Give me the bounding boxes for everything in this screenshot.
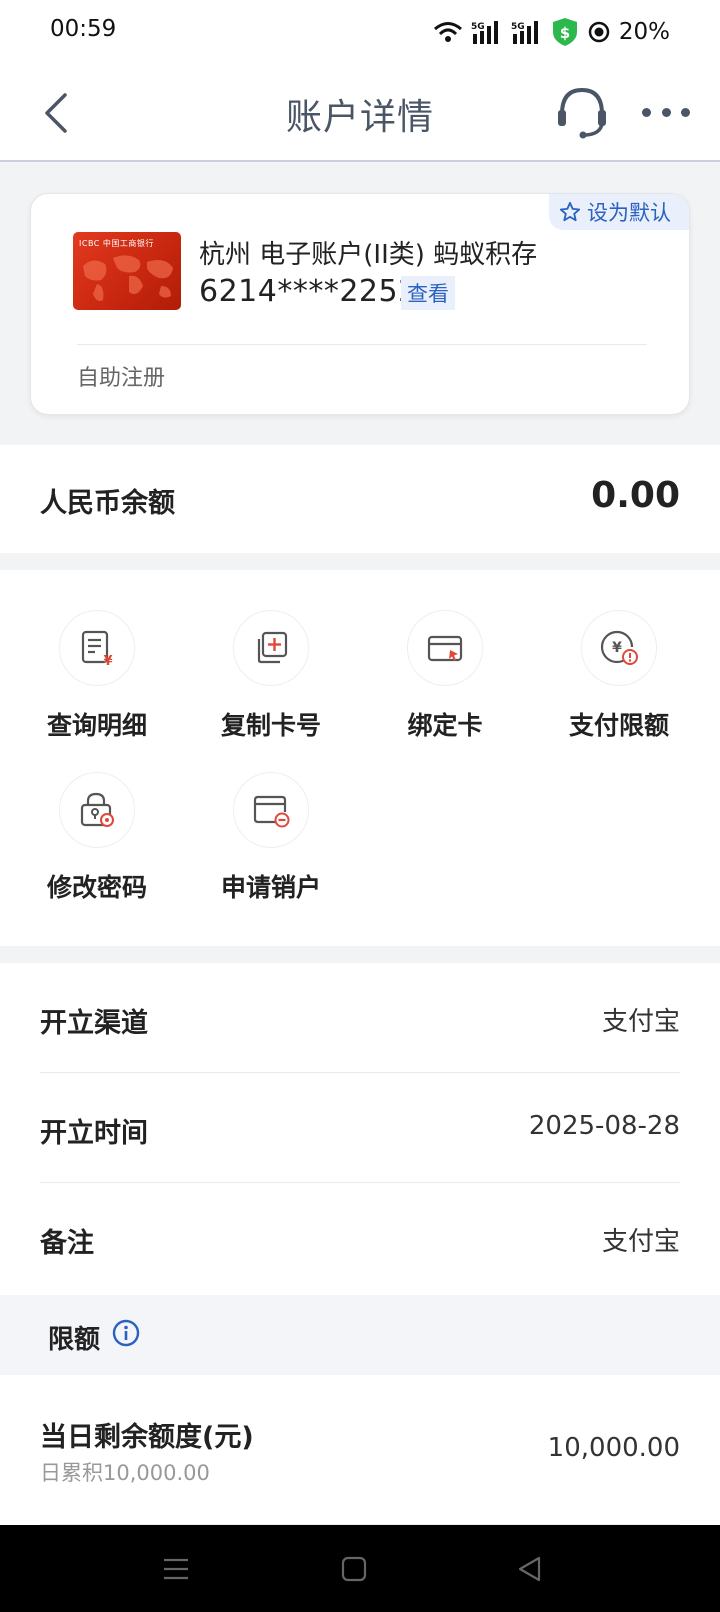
account-details: 开立渠道 支付宝 开立时间 2025-08-28 备注 支付宝 [0,963,720,1295]
status-time: 00:59 [50,16,117,42]
bind-card-button[interactable]: 绑定卡 [358,610,532,750]
action-label: 查询明细 [46,711,147,740]
back-nav-button[interactable] [508,1547,552,1591]
headset-icon [558,87,606,139]
change-password-icon [80,792,114,827]
svg-text:¥: ¥ [612,640,622,656]
signal-5g-icon: 5G [511,20,543,44]
battery-percent: 20% [618,19,670,45]
detail-key: 开立渠道 [40,1008,148,1039]
world-map-graphic [83,255,173,302]
close-account-icon [253,795,290,828]
statement-button[interactable]: ¥ 查询明细 [10,610,184,750]
header: 账户详情 [0,64,720,162]
detail-key: 开立时间 [40,1118,148,1149]
svg-text:¥: ¥ [103,654,112,668]
view-card-number-button[interactable]: 查看 [401,276,455,310]
back-triangle-icon [518,1556,541,1582]
status-icons: 5G 5G $ 20% [433,16,670,48]
balance-row: 人民币余额 0.00 [0,445,720,553]
daily-limit-row: 当日剩余额度(元) 日累积10,000.00 10,000.00 [0,1375,720,1525]
home-nav-button[interactable] [332,1547,376,1591]
change-password-button[interactable]: 修改密码 [10,772,184,912]
registration-type: 自助注册 [77,366,166,391]
signal-5g-icon: 5G [471,20,503,44]
account-card: 设为默认 ICBC 中国工商银行 杭州 电子账户(II类) 蚂蚁积存 6214*… [30,193,690,415]
security-shield-icon: $ [551,17,579,47]
system-navigation-bar [0,1525,720,1612]
customer-service-button[interactable] [554,84,610,140]
payment-limit-icon: ¥ [600,630,638,665]
daily-limit-value: 10,000.00 [547,1433,680,1463]
account-title: 杭州 电子账户(II类) 蚂蚁积存 [199,240,538,270]
status-bar: 00:59 5G 5G $ 20% [0,0,720,64]
action-grid: ¥ 查询明细 复制卡号 绑定卡 ¥ 支付限额 修改密码 申请销户 [0,570,720,946]
divider [77,344,647,345]
detail-row-remark: 备注 支付宝 [40,1183,680,1293]
daily-limit-subtext: 日累积10,000.00 [40,1461,210,1485]
action-label: 支付限额 [568,711,669,740]
svg-text:5G: 5G [511,22,525,32]
menu-nav-button[interactable] [154,1547,198,1591]
dot-icon [661,107,671,117]
action-label: 复制卡号 [220,711,321,740]
menu-icon [164,1558,188,1580]
wifi-icon [433,21,463,43]
dot-icon [642,107,651,117]
action-label: 绑定卡 [407,711,483,740]
copy-card-button[interactable]: 复制卡号 [184,610,358,750]
limit-section-header: 限额 [0,1295,720,1375]
svg-text:5G: 5G [471,22,485,32]
svg-text:$: $ [560,24,570,42]
info-icon[interactable] [112,1319,140,1347]
bank-card-image: ICBC 中国工商银行 [73,232,181,310]
more-button[interactable] [642,100,690,124]
detail-value: 支付宝 [601,1007,680,1037]
limit-title: 限额 [48,1325,101,1355]
bind-card-icon [427,635,463,662]
record-icon [587,20,611,44]
detail-row-channel: 开立渠道 支付宝 [40,963,680,1073]
statement-icon: ¥ [81,630,113,668]
action-label: 申请销户 [220,873,321,902]
star-icon [559,201,581,222]
action-label: 修改密码 [46,873,147,902]
detail-key: 备注 [40,1228,94,1259]
detail-row-open-date: 开立时间 2025-08-28 [40,1073,680,1183]
page-title: 账户详情 [285,97,434,138]
close-account-button[interactable]: 申请销户 [184,772,358,912]
detail-value: 2025-08-28 [528,1111,680,1141]
balance-value: 0.00 [591,475,680,516]
detail-value: 支付宝 [601,1227,680,1257]
set-default-label: 设为默认 [587,201,671,225]
balance-label: 人民币余额 [40,488,175,519]
daily-limit-label: 当日剩余额度(元) [40,1422,254,1453]
dot-icon [681,107,690,117]
copy-card-icon [257,631,288,664]
set-default-button[interactable]: 设为默认 [549,194,689,230]
home-square-icon [341,1556,367,1582]
payment-limit-button[interactable]: ¥ 支付限额 [532,610,706,750]
card-number: 6214****2252 [199,274,418,309]
